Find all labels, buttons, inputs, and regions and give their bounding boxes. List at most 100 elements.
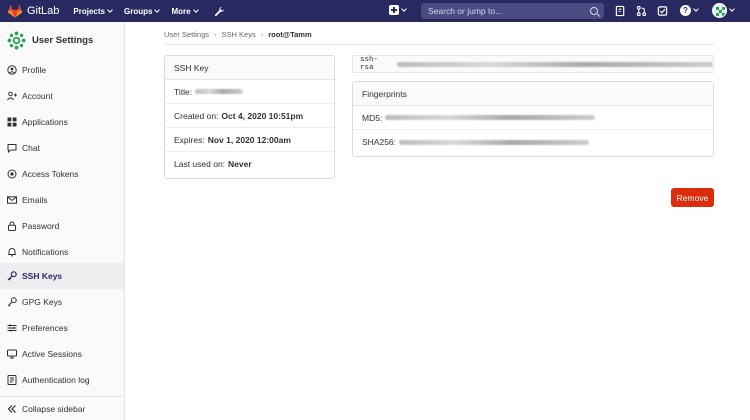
user-menu-dropdown[interactable] xyxy=(712,3,735,18)
breadcrumb-current[interactable]: root@Tamm xyxy=(268,30,311,39)
sidebar-item-label: Notifications xyxy=(22,247,69,257)
nav-groups-dropdown[interactable]: Groups xyxy=(124,6,161,16)
sidebar-item-label: Access Tokens xyxy=(22,169,79,179)
token-icon xyxy=(7,169,17,179)
key-icon xyxy=(7,297,17,307)
help-icon: ? xyxy=(680,5,691,16)
last-used-value: Never xyxy=(228,159,252,169)
ssh-key-card-header: SSH Key xyxy=(165,56,334,80)
redacted-md5 xyxy=(385,115,596,120)
breadcrumb-divider xyxy=(164,44,714,45)
key-title-row: Title: xyxy=(165,80,334,104)
nav-groups-label: Groups xyxy=(124,6,153,16)
created-label: Created on: xyxy=(174,110,219,121)
sidebar-item-active-sessions[interactable]: Active Sessions xyxy=(0,341,124,367)
nav-more-dropdown[interactable]: More xyxy=(171,6,199,16)
sidebar-item-preferences[interactable]: Preferences xyxy=(0,315,124,341)
bell-icon xyxy=(8,248,16,257)
breadcrumb-separator-icon: › xyxy=(260,30,264,39)
new-dropdown-button[interactable] xyxy=(389,5,407,15)
redacted-sha256 xyxy=(399,139,590,145)
preferences-icon xyxy=(7,324,17,332)
sidebar-item-password[interactable]: Password xyxy=(0,213,124,239)
log-icon xyxy=(7,375,17,385)
admin-wrench-icon[interactable] xyxy=(214,6,225,17)
redacted-key xyxy=(397,61,713,67)
search-input[interactable]: Search or jump to... xyxy=(421,3,604,19)
help-dropdown[interactable]: ? xyxy=(680,5,699,16)
sidebar-item-label: Active Sessions xyxy=(22,349,82,359)
sidebar-item-notifications[interactable]: Notifications xyxy=(0,239,124,265)
fingerprints-card: Fingerprints MD5: SHA256: xyxy=(352,81,714,157)
ssh-key-details-card: SSH Key Title: Created on: Oct 4, 2020 1… xyxy=(164,55,335,179)
remove-key-button[interactable]: Remove xyxy=(671,188,714,207)
top-navbar: GitLab Projects Groups More Search or ju… xyxy=(0,0,750,22)
md5-label: MD5: xyxy=(362,112,383,123)
key-icon xyxy=(7,271,17,281)
user-settings-icon xyxy=(7,30,26,50)
gitlab-home-link[interactable]: GitLab xyxy=(8,4,59,18)
sidebar-item-emails[interactable]: Emails xyxy=(0,187,124,213)
nav-projects-dropdown[interactable]: Projects xyxy=(73,6,113,16)
sidebar-item-label: Applications xyxy=(22,117,68,127)
chevron-down-icon xyxy=(693,6,699,12)
profile-icon xyxy=(7,65,17,75)
redacted-title xyxy=(195,89,244,94)
sha256-label: SHA256: xyxy=(362,137,397,147)
chat-icon xyxy=(7,144,17,153)
chevron-down-icon xyxy=(154,6,161,13)
sidebar-item-label: Profile xyxy=(22,65,47,75)
monitor-icon xyxy=(7,349,17,359)
breadcrumb: User Settings › SSH Keys › root@Tamm xyxy=(164,30,312,39)
sidebar-title: User Settings xyxy=(32,34,94,46)
sidebar-header[interactable]: User Settings xyxy=(0,22,124,58)
todos-icon[interactable] xyxy=(657,5,668,17)
identicon-icon xyxy=(713,4,726,17)
nav-projects-label: Projects xyxy=(73,6,105,16)
settings-sidebar: User Settings Profile Account Applicatio… xyxy=(0,22,125,420)
collapse-sidebar-label: Collapse sidebar xyxy=(22,403,86,414)
sidebar-item-label: Preferences xyxy=(22,323,68,333)
expires-value: Nov 1, 2020 12:00am xyxy=(207,134,291,145)
merge-requests-icon[interactable] xyxy=(636,5,647,17)
expires-row: Expires: Nov 1, 2020 12:00am xyxy=(165,128,334,152)
last-used-row: Last used on: Never xyxy=(165,152,334,176)
sidebar-item-authentication-log[interactable]: Authentication log xyxy=(0,367,124,393)
chevron-down-icon xyxy=(729,6,735,12)
sidebar-item-access-tokens[interactable]: Access Tokens xyxy=(0,161,124,187)
sidebar-item-label: GPG Keys xyxy=(22,297,63,307)
sidebar-item-label: SSH Keys xyxy=(22,271,63,281)
expires-label: Expires: xyxy=(174,134,205,145)
sidebar-item-gpg-keys[interactable]: GPG Keys xyxy=(0,289,124,315)
plus-square-icon xyxy=(389,5,399,15)
double-chevron-left-icon xyxy=(7,404,16,413)
search-placeholder: Search or jump to... xyxy=(428,6,503,16)
sidebar-item-ssh-keys[interactable]: SSH Keys xyxy=(0,263,124,289)
breadcrumb-user-settings[interactable]: User Settings xyxy=(164,30,209,39)
avatar xyxy=(712,3,727,18)
applications-icon xyxy=(7,117,17,127)
sidebar-item-label: Emails xyxy=(22,195,48,205)
created-value: Oct 4, 2020 10:51pm xyxy=(221,110,304,121)
sidebar-item-label: Password xyxy=(22,221,60,231)
md5-row: MD5: xyxy=(353,106,713,130)
sidebar-item-chat[interactable]: Chat xyxy=(0,135,124,161)
sha256-row: SHA256: xyxy=(353,130,713,154)
issues-icon[interactable] xyxy=(615,5,626,17)
created-row: Created on: Oct 4, 2020 10:51pm xyxy=(165,104,334,128)
lock-icon xyxy=(8,221,16,231)
ssh-key-content[interactable]: ssh-rsa xyxy=(352,55,714,73)
sidebar-item-applications[interactable]: Applications xyxy=(0,109,124,135)
sidebar-item-label: Authentication log xyxy=(22,375,90,385)
breadcrumb-ssh-keys[interactable]: SSH Keys xyxy=(222,30,256,39)
last-used-label: Last used on: xyxy=(174,159,226,169)
chevron-down-icon xyxy=(107,6,113,13)
chevron-down-icon xyxy=(192,6,199,13)
gitlab-logo-icon xyxy=(8,4,22,18)
search-icon xyxy=(590,7,598,15)
fingerprints-header: Fingerprints xyxy=(353,82,713,106)
sidebar-item-account[interactable]: Account xyxy=(0,83,124,109)
sidebar-item-profile[interactable]: Profile xyxy=(0,57,124,83)
sidebar-item-label: Account xyxy=(22,91,53,101)
collapse-sidebar-button[interactable]: Collapse sidebar xyxy=(0,396,124,420)
